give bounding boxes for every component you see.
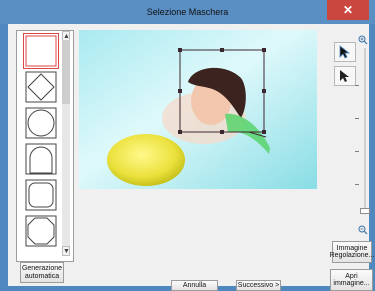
photo-canvas bbox=[79, 30, 317, 189]
zoom-slider-thumb[interactable] bbox=[360, 208, 370, 214]
mask-shape-rectangle[interactable] bbox=[23, 33, 59, 69]
mask-preview-image[interactable] bbox=[79, 30, 317, 189]
zoom-slider-tick bbox=[355, 184, 359, 185]
arch-mask-icon bbox=[25, 143, 57, 175]
open-image-button[interactable]: Apri immagine... bbox=[330, 269, 373, 291]
mask-shape-circle[interactable] bbox=[24, 106, 58, 140]
zoom-slider-tick bbox=[355, 118, 359, 119]
arrow-pointer-icon bbox=[340, 70, 349, 82]
diamond-mask-icon bbox=[25, 71, 57, 103]
mask-shape-octagon[interactable] bbox=[24, 214, 58, 248]
mask-shape-diamond[interactable] bbox=[24, 70, 58, 104]
rectangle-mask-icon bbox=[25, 35, 57, 67]
mask-shape-arch[interactable] bbox=[24, 142, 58, 176]
close-button[interactable]: ✕ bbox=[327, 0, 369, 20]
magnifier-minus-icon bbox=[358, 225, 368, 235]
title-bar: Selezione Maschera ✕ bbox=[0, 0, 375, 24]
magnifier-plus-icon bbox=[358, 35, 368, 45]
rounded-rectangle-mask-icon bbox=[25, 179, 57, 211]
zoom-slider-tick bbox=[355, 151, 359, 152]
move-tool-button[interactable] bbox=[334, 66, 356, 86]
zoom-out-icon[interactable] bbox=[358, 225, 368, 235]
window-title: Selezione Maschera bbox=[146, 7, 229, 17]
shape-list-scroll-thumb[interactable] bbox=[62, 40, 70, 104]
circle-mask-icon bbox=[25, 107, 57, 139]
mask-shape-rounded-rectangle[interactable] bbox=[24, 178, 58, 212]
octagon-mask-icon bbox=[25, 215, 57, 247]
image-adjustment-button[interactable]: Immagine Regolazione... bbox=[330, 241, 374, 263]
auto-generation-button[interactable]: Generazione automatica bbox=[20, 262, 64, 283]
cancel-button[interactable]: Annulla bbox=[171, 280, 218, 291]
next-button[interactable]: Successivo > bbox=[236, 280, 281, 291]
zoom-slider-tick bbox=[355, 85, 359, 86]
zoom-slider-rail[interactable] bbox=[364, 48, 366, 212]
shape-list-scroll-down-button[interactable]: ▼ bbox=[62, 246, 70, 256]
zoom-in-icon[interactable] bbox=[358, 35, 368, 45]
select-tool-button[interactable] bbox=[334, 42, 356, 62]
mask-selection-window: Selezione Maschera ✕ ▲ ▼ Generazione aut… bbox=[0, 0, 375, 291]
arrow-cursor-icon bbox=[339, 45, 351, 59]
